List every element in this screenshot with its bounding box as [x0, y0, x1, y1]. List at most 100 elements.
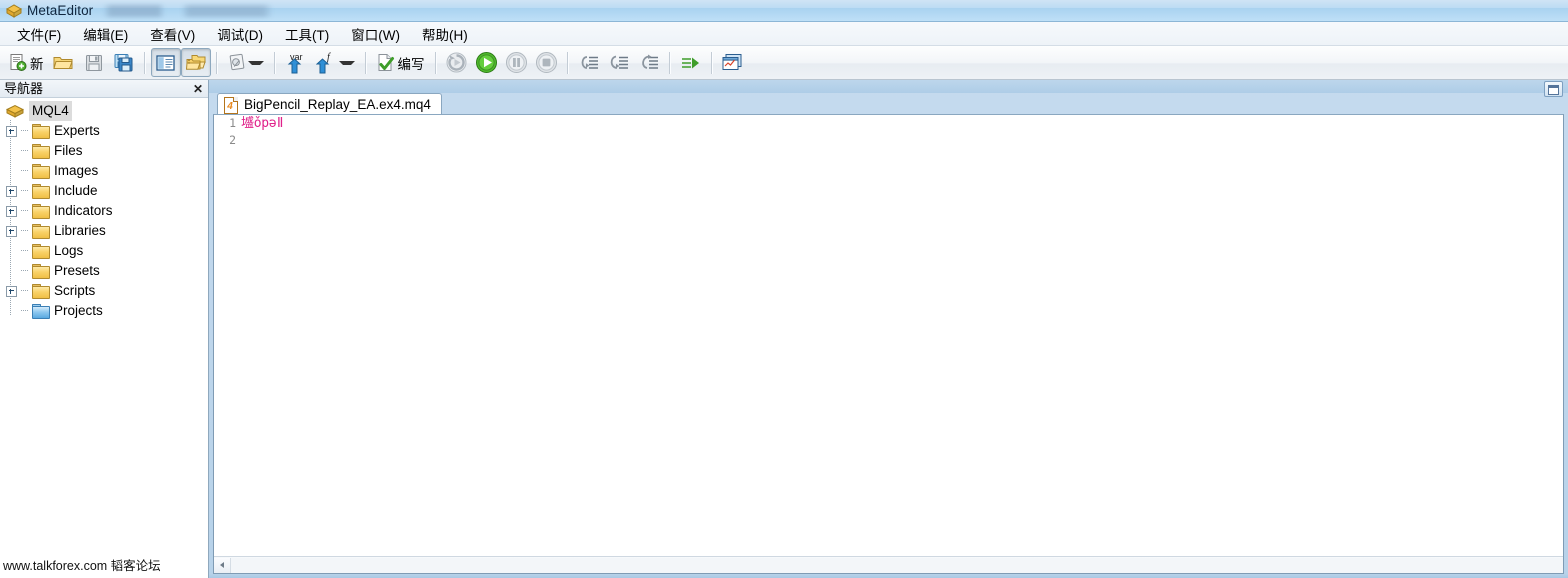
open-terminal-button[interactable] [718, 48, 748, 77]
horizontal-scrollbar[interactable] [214, 556, 1563, 573]
main-body: 导航器 ✕ MQL4 Experts Files Images Include … [0, 80, 1568, 578]
tree-connector [17, 161, 30, 181]
navigator-tree[interactable]: MQL4 Experts Files Images Include Indica… [0, 98, 208, 578]
expand-icon[interactable] [6, 285, 17, 297]
tree-node-label: MQL4 [29, 101, 72, 121]
mql4-package-icon [5, 103, 25, 119]
floppy-save-all-icon[interactable] [109, 48, 139, 77]
tree-connector [17, 201, 30, 221]
code-line: 2 [214, 132, 1563, 149]
scroll-left-button[interactable] [214, 557, 231, 573]
step-into-button[interactable] [574, 48, 604, 77]
menu-item-debug[interactable]: 调试(D) [206, 22, 274, 46]
clipboard-button[interactable] [223, 48, 269, 77]
floppy-save-icon[interactable] [79, 48, 109, 77]
tree-node-files[interactable]: Files [0, 141, 208, 161]
mdi-titlebar [209, 80, 1568, 97]
tree-node-label: Presets [54, 263, 100, 278]
toolbar-separator [143, 51, 146, 74]
menu-bar: 文件(F) 编辑(E) 查看(V) 调试(D) 工具(T) 窗口(W) 帮助(H… [0, 22, 1568, 46]
folder-icon [32, 184, 50, 199]
tree-node-label: Indicators [54, 203, 113, 218]
restart-debug-button[interactable] [442, 48, 472, 77]
scrollbar-track[interactable] [231, 557, 1563, 573]
insert-variable-button[interactable]: var [281, 48, 311, 77]
pause-debug-button[interactable] [502, 48, 532, 77]
document-tab[interactable]: 4 BigPencil_Replay_EA.ex4.mq4 [217, 93, 442, 115]
folder-icon [32, 124, 50, 139]
mq4-file-icon: 4 [224, 96, 238, 114]
toggle-navigator-button[interactable] [150, 48, 181, 77]
toolbar-separator [273, 51, 276, 74]
expand-icon[interactable] [6, 125, 17, 137]
folder-icon [32, 224, 50, 239]
watermark-text: www.talkforex.com 韬客论坛 [3, 559, 161, 573]
folder-icon [32, 264, 50, 279]
tree-node-label: Libraries [54, 223, 106, 238]
chevron-down-icon[interactable] [247, 60, 264, 65]
navigator-panel: 导航器 ✕ MQL4 Experts Files Images Include … [0, 80, 209, 578]
insert-function-button[interactable]: f [311, 48, 360, 77]
chevron-down-icon[interactable] [338, 60, 355, 65]
tree-connector [17, 301, 30, 321]
menu-item-window[interactable]: 窗口(W) [340, 22, 411, 46]
document-tabstrip: 4 BigPencil_Replay_EA.ex4.mq4 [209, 93, 1568, 115]
run-to-cursor-button[interactable] [676, 48, 706, 77]
tree-node-indicators[interactable]: Indicators [0, 201, 208, 221]
metaeditor-window: MetaEditor 文件(F) 编辑(E) 查看(V) 调试(D) 工具(T)… [0, 0, 1568, 578]
tree-node-mql4-root[interactable]: MQL4 [0, 101, 208, 121]
folder-icon [32, 144, 50, 159]
tree-node-label: Scripts [54, 283, 96, 298]
step-out-button[interactable] [634, 48, 664, 77]
svg-text:f: f [327, 52, 331, 63]
menu-item-tools[interactable]: 工具(T) [274, 22, 340, 46]
redacted-title-suffix [103, 4, 274, 17]
open-folder-icon[interactable] [49, 48, 79, 77]
tree-connector [17, 281, 30, 301]
start-debug-button[interactable] [472, 48, 502, 77]
menu-item-view[interactable]: 查看(V) [139, 22, 206, 46]
step-over-button[interactable] [604, 48, 634, 77]
code-rows[interactable]: 1 墭ǒpəǁ 2 [214, 115, 1563, 556]
tree-connector [17, 141, 30, 161]
main-toolbar: 新 var f 编写 [0, 46, 1568, 80]
navigator-title: 导航器 [4, 81, 44, 96]
file-icon-number: 4 [227, 100, 233, 112]
tree-node-presets[interactable]: Presets [0, 261, 208, 281]
toolbar-separator [434, 51, 437, 74]
tree-node-scripts[interactable]: Scripts [0, 281, 208, 301]
toolbar-separator [710, 51, 713, 74]
new-file-label: 新 [30, 56, 44, 72]
expand-icon[interactable] [6, 185, 17, 197]
tree-node-label: Projects [54, 303, 103, 318]
tree-node-logs[interactable]: Logs [0, 241, 208, 261]
compile-button[interactable]: 编写 [372, 48, 430, 77]
menu-item-help[interactable]: 帮助(H) [411, 22, 479, 46]
code-editor[interactable]: 1 墭ǒpəǁ 2 [213, 114, 1564, 574]
code-line: 1 墭ǒpəǁ [214, 115, 1563, 132]
toolbar-separator [668, 51, 671, 74]
code-text[interactable]: 墭ǒpəǁ [241, 115, 284, 132]
close-icon[interactable]: ✕ [191, 82, 205, 96]
tree-connector [17, 241, 30, 261]
toggle-folders-button[interactable] [180, 48, 211, 77]
editor-area: 4 BigPencil_Replay_EA.ex4.mq4 1 墭ǒpəǁ 2 [209, 80, 1568, 578]
tree-node-include[interactable]: Include [0, 181, 208, 201]
tree-connector [17, 121, 30, 141]
document-tab-label: BigPencil_Replay_EA.ex4.mq4 [244, 97, 431, 112]
expand-icon[interactable] [6, 225, 17, 237]
tree-connector [17, 221, 30, 241]
menu-item-file[interactable]: 文件(F) [6, 22, 72, 46]
tree-node-experts[interactable]: Experts [0, 121, 208, 141]
toolbar-separator [215, 51, 218, 74]
tree-node-projects[interactable]: Projects [0, 301, 208, 321]
tree-node-label: Experts [54, 123, 100, 138]
tree-node-libraries[interactable]: Libraries [0, 221, 208, 241]
menu-item-edit[interactable]: 编辑(E) [72, 22, 139, 46]
tree-node-label: Logs [54, 243, 84, 258]
new-file-button[interactable]: 新 [4, 48, 49, 77]
tree-node-images[interactable]: Images [0, 161, 208, 181]
stop-debug-button[interactable] [532, 48, 562, 77]
tree-connector [17, 261, 30, 281]
expand-icon[interactable] [6, 205, 17, 217]
